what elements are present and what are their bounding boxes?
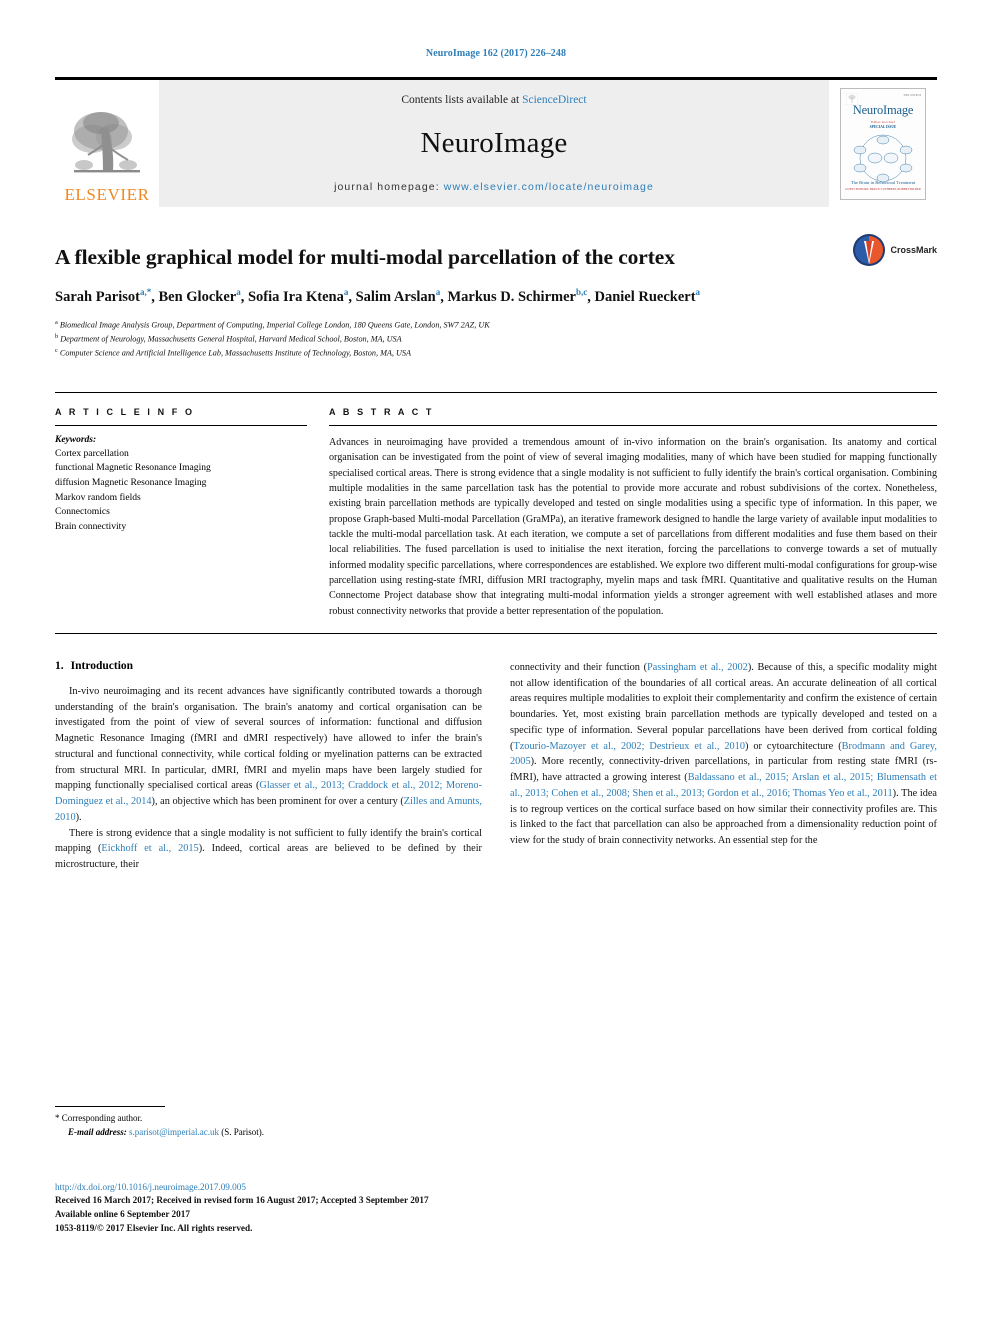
masthead-center: Contents lists available at ScienceDirec… <box>159 80 829 207</box>
abstract-rule <box>329 424 937 426</box>
affiliation-a: a Biomedical Image Analysis Group, Depar… <box>55 318 490 330</box>
page-title: A flexible graphical model for multi-mod… <box>55 245 675 269</box>
journal-cover-thumb-wrap: ISSN 1053-8119 NeuroImage Editor-in-Chie… <box>829 80 937 207</box>
keyword-item: Markov random fields <box>55 491 141 503</box>
running-head: NeuroImage 162 (2017) 226–248 <box>425 48 567 59</box>
journal-homepage-line: journal homepage: www.elsevier.com/locat… <box>334 181 654 193</box>
journal-masthead: ELSEVIER Contents lists available at Sci… <box>55 77 937 207</box>
contents-available-line: Contents lists available at ScienceDirec… <box>401 94 586 106</box>
cover-issue-label: SPECIAL ISSUE <box>869 124 897 129</box>
keyword-item: Connectomics <box>55 506 110 518</box>
keyword-item: Cortex parcellation <box>55 447 129 459</box>
cover-subtitle: Editor-in-Chief <box>871 119 895 124</box>
keyword-item: functional Magnetic Resonance Imaging <box>55 462 211 474</box>
crossmark-badge[interactable]: CrossMark <box>852 233 937 267</box>
copyright-line: 1053-8119/© 2017 Elsevier Inc. All right… <box>55 1222 253 1233</box>
crossmark-icon <box>853 234 886 266</box>
section-heading-introduction: 1. Introduction <box>55 660 482 672</box>
received-dates: Received 16 March 2017; Received in revi… <box>55 1195 429 1205</box>
email-owner: (S. Parisot). <box>221 1126 265 1137</box>
footnote-rule <box>55 1106 165 1107</box>
elsevier-logo: ELSEVIER <box>55 80 159 207</box>
body-paragraph: In-vivo neuroimaging and its recent adva… <box>55 685 483 823</box>
keywords-list: Cortex parcellation functional Magnetic … <box>55 447 307 534</box>
affiliation-list: a Biomedical Image Analysis Group, Depar… <box>55 318 937 360</box>
body-columns: 1. Introduction In-vivo neuroimaging and … <box>55 660 937 873</box>
body-column-right: connectivity and their function (Passing… <box>510 660 937 873</box>
footnote-block: * Corresponding author. E-mail address: … <box>55 1106 475 1140</box>
paper-page: NeuroImage 162 (2017) 226–248 ELSEVIER C… <box>0 0 992 1323</box>
affiliation-c: c Computer Science and Artificial Intell… <box>55 346 411 358</box>
abstract-heading: A B S T R A C T <box>329 406 434 417</box>
homepage-label: journal homepage: <box>334 181 444 193</box>
article-info-column: A R T I C L E I N F O Keywords: Cortex p… <box>55 407 307 619</box>
keyword-item: diffusion Magnetic Resonance Imaging <box>55 477 207 489</box>
sciencedirect-link[interactable]: ScienceDirect <box>522 94 587 106</box>
author-list: Sarah Parisota,*, Ben Glockera, Sofia Ir… <box>55 287 701 305</box>
keyword-item: Brain connectivity <box>55 520 127 532</box>
journal-title: NeuroImage <box>420 127 568 159</box>
cover-footer-editors: GUEST EDITORS: BRUCE CUTHBERT, ROBERT BI… <box>845 186 921 191</box>
abstract-column: A B S T R A C T Advances in neuroimaging… <box>329 407 937 619</box>
title-block: CrossMark A flexible graphical model for… <box>55 234 937 360</box>
article-info-rule <box>55 424 307 426</box>
cover-title: NeuroImage <box>852 102 914 117</box>
crossmark-label: CrossMark <box>890 245 937 255</box>
email-note: E-mail address: s.parisot@imperial.ac.uk… <box>55 1126 475 1140</box>
cover-brain-diagram-icon <box>853 134 913 182</box>
email-label: E-mail address: <box>68 1126 127 1137</box>
abstract-text: Advances in neuroimaging have provided a… <box>329 436 937 617</box>
journal-cover-thumbnail: ISSN 1053-8119 NeuroImage Editor-in-Chie… <box>840 87 926 200</box>
doi-link[interactable]: http://dx.doi.org/10.1016/j.neuroimage.2… <box>55 1182 615 1192</box>
elsevier-wordmark: ELSEVIER <box>64 185 150 204</box>
homepage-url-link[interactable]: www.elsevier.com/locate/neuroimage <box>444 181 654 193</box>
keywords-label: Keywords: <box>55 434 97 445</box>
email-link[interactable]: s.parisot@imperial.ac.uk <box>129 1127 219 1137</box>
section-title: Introduction <box>70 659 134 672</box>
cover-issn: ISSN 1053-8119 <box>903 93 921 97</box>
section-number: 1. <box>55 659 64 672</box>
info-abstract-region: A R T I C L E I N F O Keywords: Cortex p… <box>55 391 937 619</box>
corresponding-author-note: * Corresponding author. <box>55 1113 143 1123</box>
available-online: Available online 6 September 2017 <box>55 1208 190 1219</box>
article-info-heading: A R T I C L E I N F O <box>55 406 195 417</box>
abstract-bottom-rule <box>55 632 937 634</box>
cover-elsevier-icon <box>846 92 858 105</box>
affiliation-b: b Department of Neurology, Massachusetts… <box>55 332 402 344</box>
footer-block: http://dx.doi.org/10.1016/j.neuroimage.2… <box>55 1182 615 1235</box>
body-paragraph: connectivity and their function (Passing… <box>510 661 938 847</box>
contents-prefix: Contents lists available at <box>401 94 523 106</box>
elsevier-tree-icon <box>72 112 140 173</box>
body-paragraph: There is strong evidence that a single m… <box>55 827 482 871</box>
body-column-left: 1. Introduction In-vivo neuroimaging and … <box>55 660 482 873</box>
cover-footer-title: The Brain in Behavioral Treatment <box>850 179 916 185</box>
